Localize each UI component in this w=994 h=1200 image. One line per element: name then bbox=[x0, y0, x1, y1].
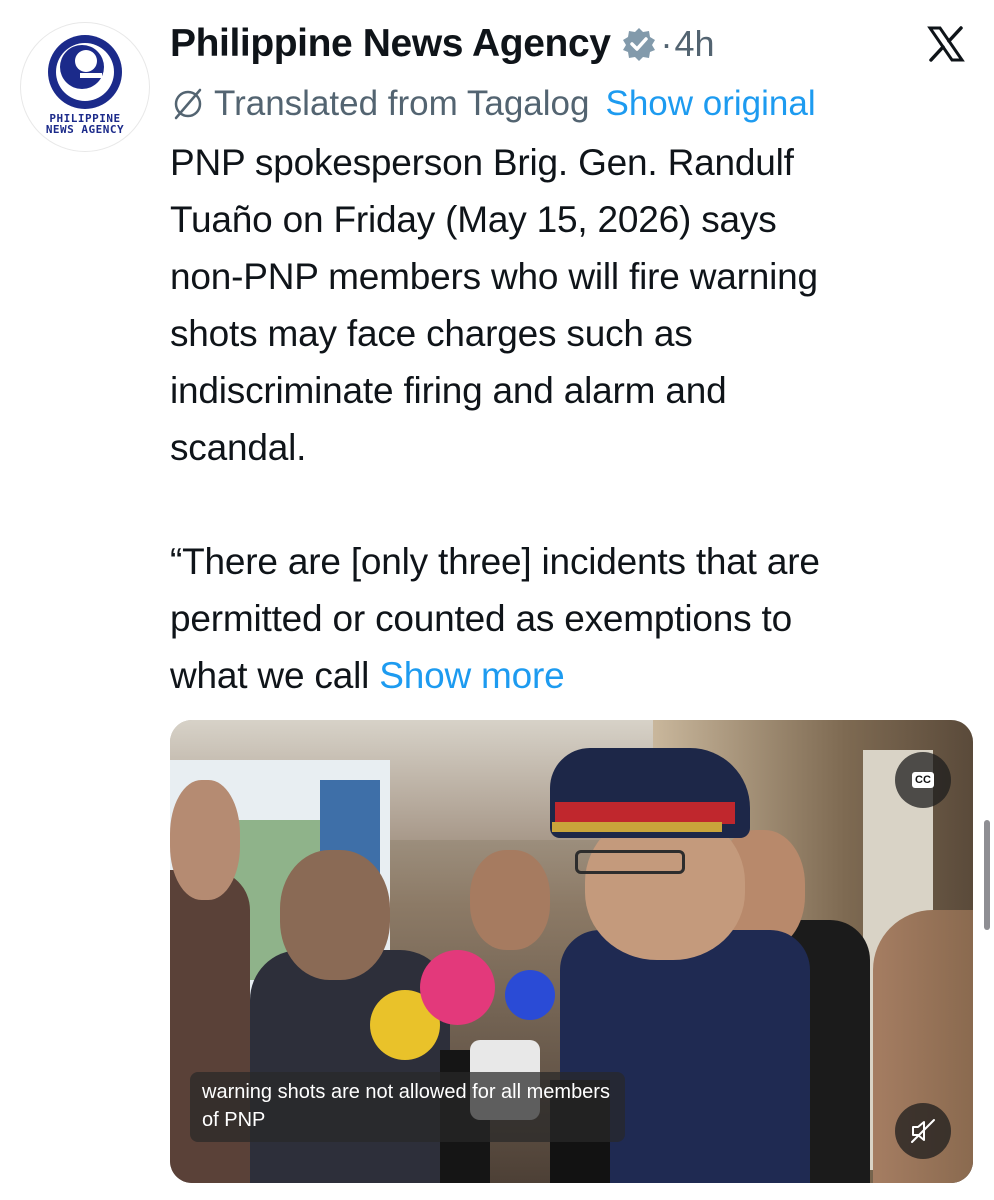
video-person bbox=[280, 850, 390, 980]
closed-captions-icon: CC bbox=[912, 772, 934, 788]
video-microphone bbox=[505, 970, 555, 1020]
translation-bar: Translated from Tagalog Show original bbox=[170, 80, 816, 128]
post-body: PNP spokesperson Brig. Gen. Randulf Tuañ… bbox=[170, 134, 970, 704]
video-officer-cap-band bbox=[555, 802, 735, 824]
show-original-link[interactable]: Show original bbox=[605, 84, 815, 124]
time-separator: · bbox=[660, 23, 673, 64]
post-body-paragraph: PNP spokesperson Brig. Gen. Randulf Tuañ… bbox=[170, 142, 818, 468]
video-person bbox=[470, 850, 550, 950]
mute-button[interactable] bbox=[895, 1103, 951, 1159]
globe-slash-icon bbox=[170, 86, 206, 122]
closed-captions-button[interactable]: CC bbox=[895, 752, 951, 808]
pna-logo-icon bbox=[48, 35, 122, 109]
video-player[interactable]: CC warning shots are not allowed for all… bbox=[170, 720, 973, 1183]
verified-badge-icon bbox=[621, 26, 657, 62]
video-officer-cap-braid bbox=[552, 822, 722, 832]
post-header: Philippine News Agency · 4h bbox=[170, 18, 974, 70]
x-logo-icon[interactable] bbox=[926, 24, 966, 64]
show-more-link[interactable]: Show more bbox=[379, 655, 565, 696]
translation-label: Translated from Tagalog bbox=[214, 84, 590, 123]
speaker-muted-icon bbox=[911, 1119, 935, 1143]
author-avatar[interactable]: PHILIPPINE NEWS AGENCY bbox=[20, 22, 150, 152]
scrollbar[interactable] bbox=[984, 820, 990, 930]
video-person bbox=[170, 780, 240, 900]
video-officer-glasses bbox=[575, 850, 685, 874]
post-time[interactable]: 4h bbox=[675, 23, 715, 65]
video-caption: warning shots are not allowed for all me… bbox=[190, 1072, 625, 1142]
video-microphone bbox=[420, 950, 495, 1025]
author-name[interactable]: Philippine News Agency bbox=[170, 22, 611, 66]
avatar-logo-text: PHILIPPINE NEWS AGENCY bbox=[45, 112, 125, 136]
post-body-paragraph: “There are [only three] incidents that a… bbox=[170, 533, 970, 704]
